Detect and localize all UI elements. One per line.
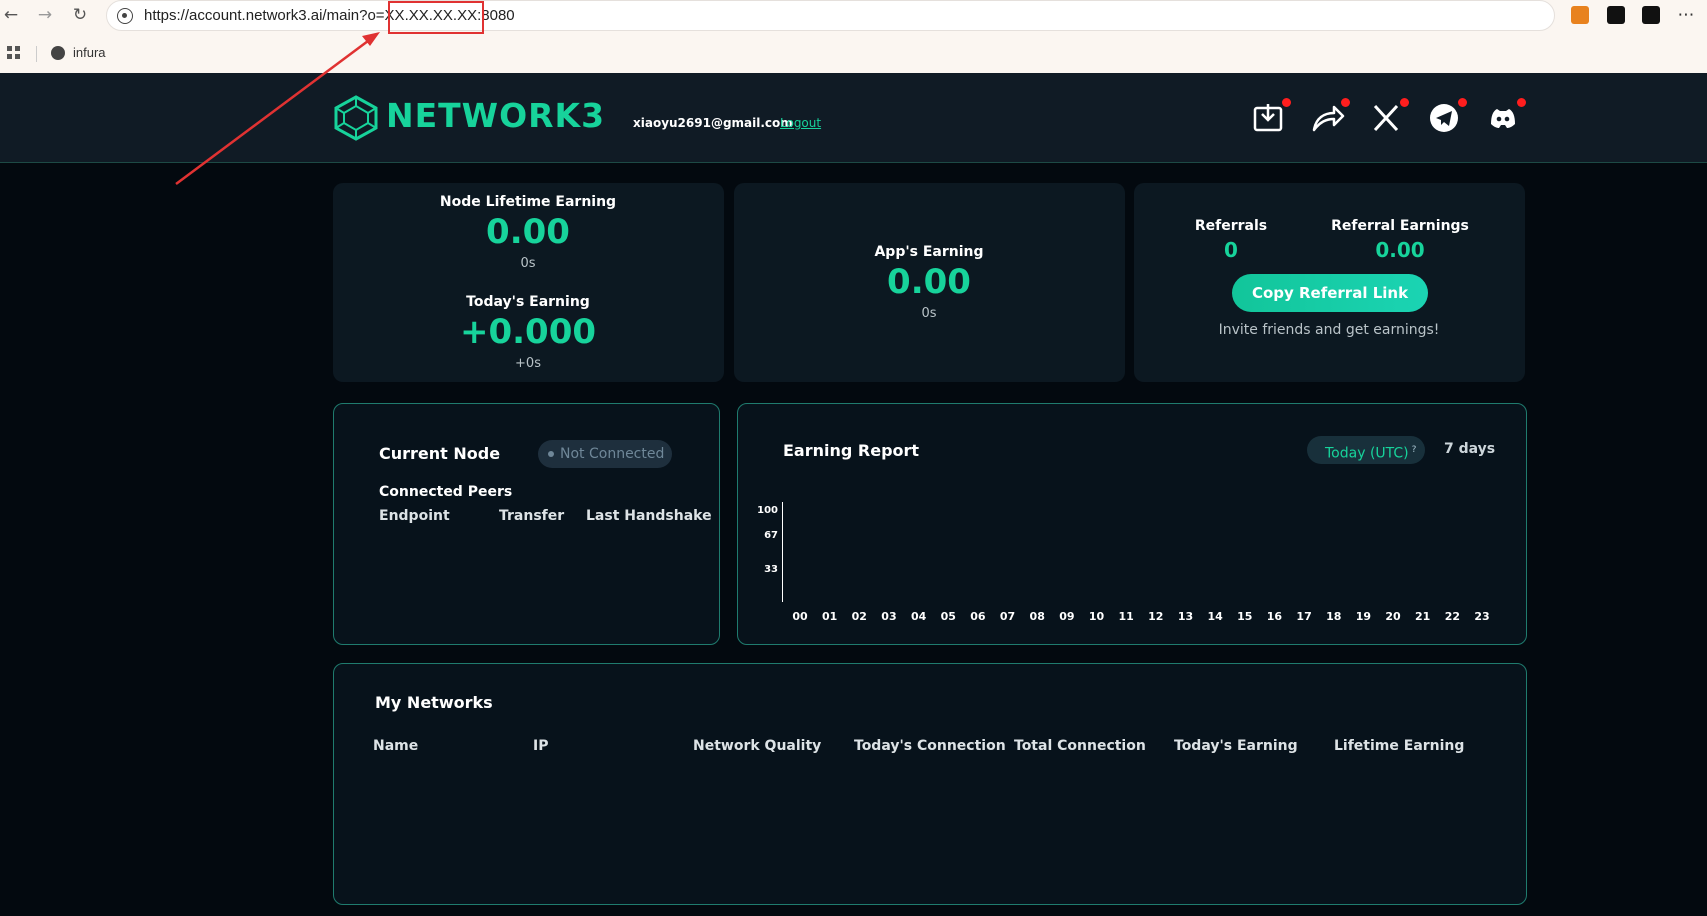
range-today-button[interactable]: Today (UTC)? [1307, 436, 1425, 464]
globe-icon[interactable] [51, 46, 65, 60]
discord-icon[interactable] [1484, 98, 1526, 136]
x-tick-label: 19 [1355, 610, 1372, 623]
referrals-value: 0 [1224, 238, 1238, 262]
telegram-icon[interactable] [1425, 98, 1467, 136]
column-transfer: Transfer [499, 508, 565, 524]
brand-name: NETWORK3 [386, 96, 606, 135]
referral-earnings-label: Referral Earnings [1331, 218, 1469, 234]
x-tick-label: 10 [1088, 610, 1105, 623]
column-name: Name [373, 738, 419, 754]
connection-status-text: Not Connected [560, 446, 665, 462]
today-earning-value: +0.000 [459, 312, 597, 352]
extension-icon[interactable] [1607, 6, 1625, 24]
x-tick-label: 03 [881, 610, 897, 623]
app-earning-value: 0.00 [887, 262, 971, 302]
bookmark-bar: infura [0, 38, 1707, 68]
x-tick-label: 02 [851, 610, 867, 623]
notification-dot [1400, 98, 1409, 107]
share-icon[interactable] [1308, 98, 1350, 136]
x-tick-label: 06 [970, 610, 986, 623]
more-extensions-icon[interactable]: ⋯ [1675, 4, 1697, 26]
bookmark-divider [36, 46, 37, 62]
notification-dot [1341, 98, 1350, 107]
x-tick-label: 04 [910, 610, 927, 623]
column-lifetime-earning: Lifetime Earning [1334, 738, 1465, 754]
app-earning-time: 0s [921, 306, 937, 321]
chart-y-axis [782, 502, 783, 602]
y-tick-label: 67 [764, 530, 778, 541]
apps-grid-icon[interactable] [7, 46, 21, 60]
app-header: NETWORK3 xiaoyu2691@gmail.com Logout [0, 73, 1707, 163]
x-tick-label: 07 [999, 610, 1016, 623]
x-tick-label: 14 [1207, 610, 1223, 623]
x-icon[interactable] [1367, 98, 1409, 136]
range-7days-button[interactable]: 7 days [1444, 441, 1495, 457]
site-info-icon[interactable] [117, 8, 133, 24]
x-tick-label: 15 [1237, 610, 1253, 623]
column-last-handshake: Last Handshake [586, 508, 712, 524]
logout-link[interactable]: Logout [780, 116, 821, 130]
column-total-connection: Total Connection [1014, 738, 1146, 754]
x-tick-label: 05 [940, 610, 956, 623]
earning-report-title: Earning Report [783, 441, 920, 460]
y-tick-label: 33 [764, 564, 778, 575]
x-tick-label: 18 [1326, 610, 1342, 623]
my-networks-title: My Networks [375, 693, 493, 712]
annotation-highlight-box [388, 1, 484, 34]
x-tick-label: 20 [1385, 610, 1401, 623]
column-endpoint: Endpoint [379, 508, 450, 524]
reload-icon[interactable]: ↻ [69, 4, 91, 26]
x-tick-label: 12 [1148, 610, 1164, 623]
current-node-title: Current Node [379, 444, 501, 463]
x-tick-label: 22 [1444, 610, 1460, 623]
column-todays-connection: Today's Connection [854, 738, 1006, 754]
today-earning-time: +0s [515, 356, 541, 371]
x-tick-label: 09 [1059, 610, 1075, 623]
network3-logo-icon [334, 95, 378, 141]
x-tick-label: 23 [1474, 610, 1490, 623]
column-todays-earning: Today's Earning [1174, 738, 1298, 754]
extension-icon-s[interactable] [1642, 6, 1660, 24]
x-tick-label: 08 [1029, 610, 1045, 623]
download-icon[interactable] [1249, 98, 1291, 136]
notification-dot [1282, 98, 1291, 107]
bookmark-infura[interactable]: infura [73, 45, 106, 60]
metamask-extension-icon[interactable] [1571, 6, 1589, 24]
notification-dot [1517, 98, 1526, 107]
lifetime-earning-time: 0s [520, 256, 536, 271]
status-dot-icon [548, 451, 554, 457]
column-network-quality: Network Quality [693, 738, 822, 754]
y-tick-label: 100 [757, 505, 778, 516]
connected-peers-label: Connected Peers [379, 484, 513, 500]
lifetime-earning-label: Node Lifetime Earning [439, 194, 617, 210]
column-ip: IP [533, 738, 549, 754]
notification-dot [1458, 98, 1467, 107]
back-icon[interactable]: ← [0, 4, 22, 26]
address-bar[interactable]: https://account.network3.ai/main?o=XX.XX… [106, 0, 1555, 31]
lifetime-earning-value: 0.00 [486, 212, 570, 252]
invite-text: Invite friends and get earnings! [1218, 322, 1440, 338]
range-today-label: Today (UTC) [1325, 445, 1409, 462]
connection-status-badge: Not Connected [538, 440, 672, 468]
x-tick-label: 13 [1177, 610, 1194, 623]
today-earning-label: Today's Earning [466, 294, 590, 310]
referral-earnings-value: 0.00 [1375, 238, 1425, 262]
x-tick-label: 01 [821, 610, 838, 623]
x-tick-label: 21 [1415, 610, 1431, 623]
forward-icon[interactable]: → [34, 4, 56, 26]
x-tick-label: 00 [792, 610, 808, 623]
help-icon[interactable]: ? [1412, 445, 1417, 455]
user-email: xiaoyu2691@gmail.com [633, 116, 793, 130]
x-tick-label: 16 [1266, 610, 1283, 623]
browser-chrome: ← → ↻ https://account.network3.ai/main?o… [0, 0, 1707, 73]
x-tick-label: 11 [1118, 610, 1134, 623]
my-networks-card [333, 663, 1527, 905]
copy-referral-link-button[interactable]: Copy Referral Link [1232, 274, 1428, 312]
x-tick-label: 17 [1296, 610, 1312, 623]
app-earning-label: App's Earning [874, 244, 984, 260]
referrals-label: Referrals [1194, 218, 1268, 234]
current-node-card [333, 403, 720, 645]
